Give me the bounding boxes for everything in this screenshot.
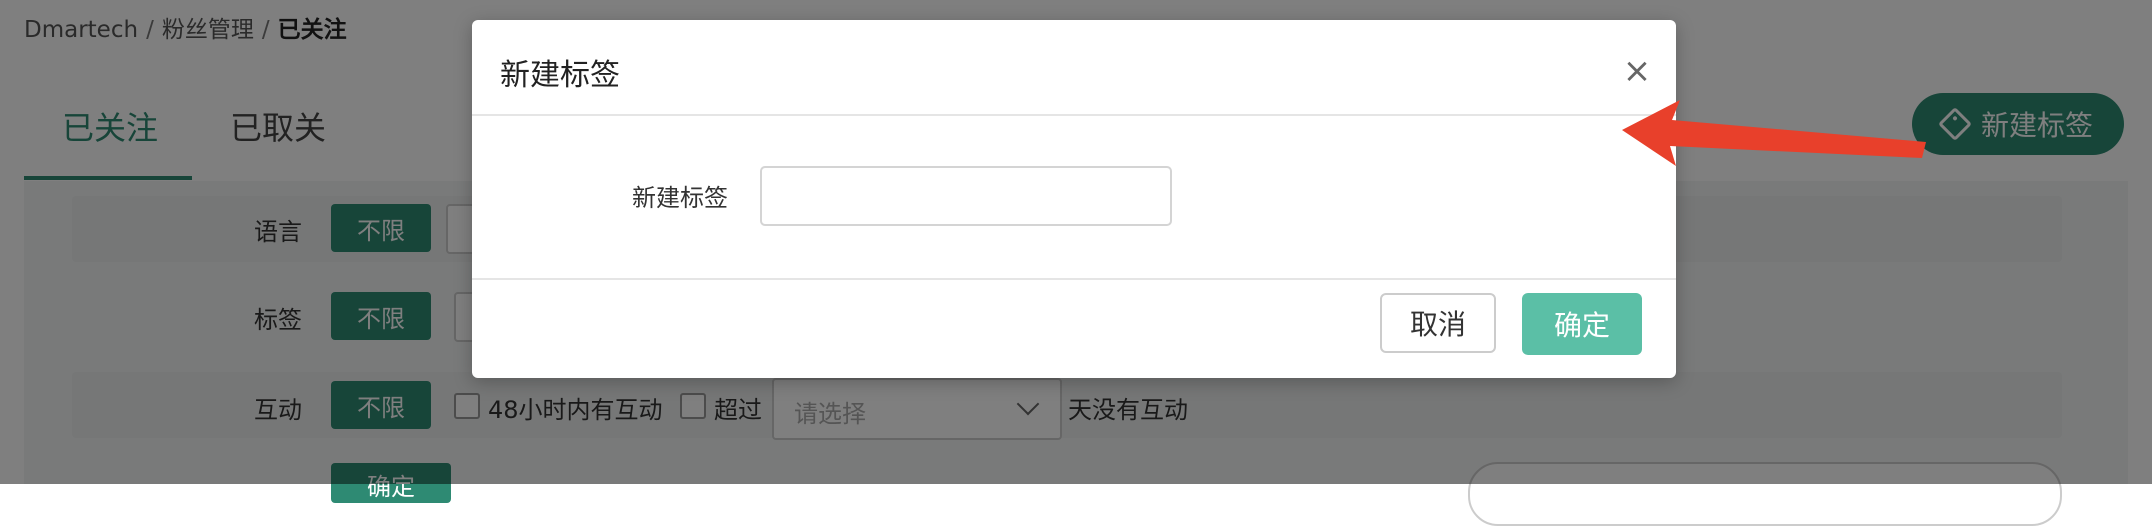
dialog-header-divider [472,114,1676,116]
dialog-title: 新建标签 [500,58,620,93]
close-icon[interactable]: × [1622,54,1652,88]
cancel-button[interactable]: 取消 [1380,293,1496,353]
ok-button[interactable]: 确定 [1522,293,1642,355]
page: Dmartech/粉丝管理/已关注 已关注 已取关 新建标签 语言 不限 标签 … [0,0,2152,526]
tag-name-input[interactable] [760,166,1172,226]
tag-name-label: 新建标签 [632,184,728,212]
dialog-footer-divider [472,278,1676,280]
new-tag-dialog: 新建标签 × 新建标签 取消 确定 [472,20,1676,378]
